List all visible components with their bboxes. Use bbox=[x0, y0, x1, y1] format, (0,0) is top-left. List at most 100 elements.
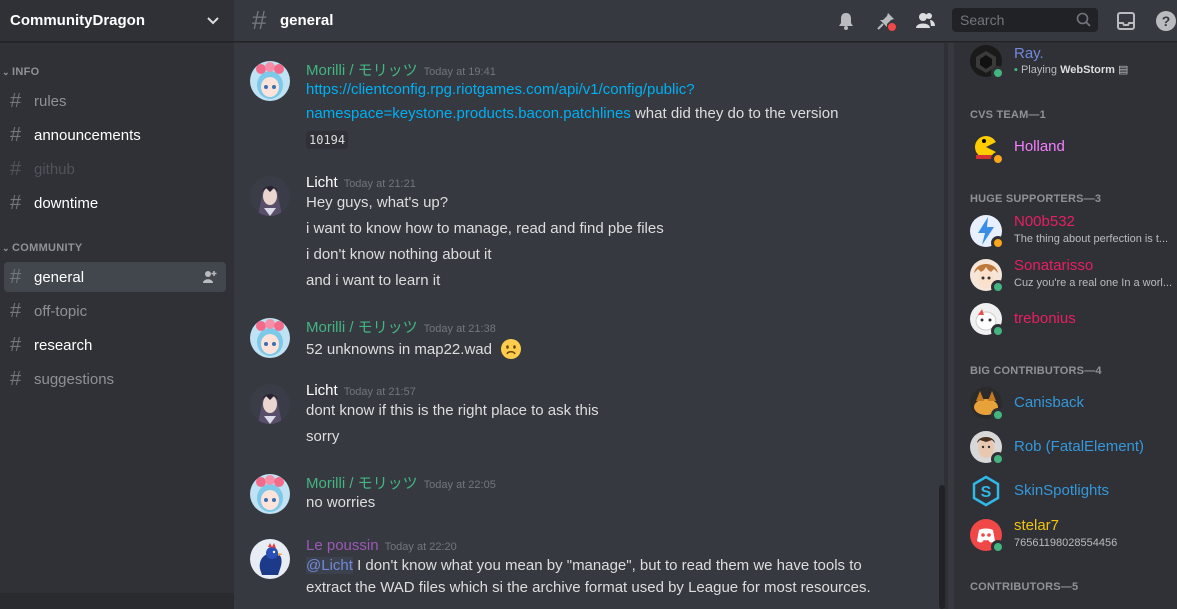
member-canisback[interactable]: Canisback bbox=[970, 383, 1177, 423]
inbox-icon[interactable] bbox=[1115, 10, 1137, 32]
channel-suggestions[interactable]: # suggestions bbox=[4, 364, 226, 394]
author-name: Le poussin bbox=[306, 537, 379, 554]
member-trebonius[interactable]: trebonius bbox=[970, 299, 1177, 339]
help-icon[interactable]: ? bbox=[1155, 10, 1177, 32]
hash-icon: # bbox=[252, 5, 267, 35]
channel-label: research bbox=[34, 336, 93, 354]
invite-member-icon[interactable] bbox=[202, 269, 218, 285]
message-author[interactable]: Licht Today at 21:57 bbox=[306, 382, 416, 399]
idle-status-icon bbox=[991, 152, 1005, 166]
member-group-header: HUGE SUPPORTERS—3 bbox=[970, 193, 1102, 205]
avatar[interactable] bbox=[250, 539, 290, 579]
pin-icon[interactable] bbox=[875, 10, 897, 32]
activity-name: WebStorm bbox=[1060, 64, 1115, 76]
member-rob-fatalelement[interactable]: Rob (FatalElement) bbox=[970, 427, 1177, 467]
worried-face-emoji-icon[interactable] bbox=[500, 338, 522, 360]
hash-icon: # bbox=[10, 265, 22, 288]
message-content: Hey guys, what's up? bbox=[306, 194, 449, 211]
chevron-down-icon[interactable] bbox=[206, 14, 220, 28]
member-name: Rob (FatalElement) bbox=[1014, 438, 1145, 455]
channel-rules[interactable]: # rules bbox=[4, 86, 226, 116]
avatar bbox=[970, 259, 1005, 294]
channel-label: off-topic bbox=[34, 302, 88, 320]
message-content: extract the WAD files which si the archi… bbox=[306, 579, 871, 596]
member-group-header: CONTRIBUTORS—5 bbox=[970, 581, 1079, 593]
member-name: Holland bbox=[1014, 138, 1065, 155]
online-status-icon bbox=[991, 280, 1005, 294]
user-panel bbox=[0, 593, 234, 609]
author-name: Morilli / モリッツ bbox=[306, 475, 418, 492]
message-author[interactable]: Morilli / モリッツ Today at 19:41 bbox=[306, 59, 496, 80]
member-name: Sonatarisso bbox=[1014, 257, 1094, 274]
member-list[interactable]: Ray. ▪ Playing WebStorm ▤ CVS TEAM—1 Hol… bbox=[954, 43, 1177, 609]
svg-text:?: ? bbox=[1162, 13, 1171, 29]
avatar bbox=[970, 431, 1005, 466]
member-skinspotlights[interactable]: S SkinSpotlights bbox=[970, 471, 1177, 511]
channel-off-topic[interactable]: # off-topic bbox=[4, 296, 226, 326]
hash-icon: # bbox=[10, 191, 22, 214]
member-group-header: BIG CONTRIBUTORS—4 bbox=[970, 365, 1102, 377]
category-info[interactable]: ⌄ INFO bbox=[0, 64, 39, 80]
message-link[interactable]: https://clientconfig.rpg.riotgames.com/a… bbox=[306, 81, 695, 98]
channel-label: general bbox=[34, 268, 85, 286]
message-timestamp: Today at 22:05 bbox=[423, 479, 496, 491]
rich-presence-icon: ▤ bbox=[1117, 64, 1129, 76]
channel-downtime[interactable]: # downtime bbox=[4, 188, 226, 218]
message-content: @Licht I don't know what you mean by "ma… bbox=[306, 557, 862, 574]
member-ray[interactable]: Ray. ▪ Playing WebStorm ▤ bbox=[970, 43, 1177, 81]
search-input[interactable] bbox=[952, 8, 1072, 32]
gamepad-icon: ▪ bbox=[1014, 64, 1018, 76]
member-n00b532[interactable]: N00b532 The thing about perfection is t.… bbox=[970, 211, 1177, 251]
author-name: Licht bbox=[306, 174, 338, 191]
user-mention[interactable]: @Licht bbox=[306, 557, 353, 574]
channel-general[interactable]: # general bbox=[4, 262, 226, 292]
avatar[interactable] bbox=[250, 318, 290, 358]
inline-code: 10194 bbox=[306, 131, 349, 149]
member-holland[interactable]: Holland bbox=[970, 127, 1177, 167]
category-label: INFO bbox=[12, 66, 40, 78]
member-custom-status: 76561198028554456 bbox=[1014, 537, 1118, 549]
search-box[interactable] bbox=[952, 8, 1098, 32]
avatar[interactable] bbox=[250, 176, 290, 216]
channel-label: suggestions bbox=[34, 370, 115, 388]
member-stelar7[interactable]: stelar7 76561198028554456 bbox=[970, 515, 1177, 555]
avatar[interactable] bbox=[250, 384, 290, 424]
channel-label: downtime bbox=[34, 194, 99, 212]
message-author[interactable]: Morilli / モリッツ Today at 22:05 bbox=[306, 472, 496, 493]
author-name: Morilli / モリッツ bbox=[306, 319, 418, 336]
message-text: 52 unknowns in map22.wad bbox=[306, 341, 492, 358]
message-author[interactable]: Licht Today at 21:21 bbox=[306, 174, 416, 191]
message-content: namespace=keystone.products.bacon.patchl… bbox=[306, 105, 838, 122]
message-link[interactable]: namespace=keystone.products.bacon.patchl… bbox=[306, 105, 631, 122]
bell-icon[interactable] bbox=[835, 10, 857, 32]
category-community[interactable]: ⌄ COMMUNITY bbox=[0, 240, 83, 256]
avatar[interactable] bbox=[250, 474, 290, 514]
member-name: N00b532 bbox=[1014, 213, 1075, 230]
hash-icon: # bbox=[10, 89, 22, 112]
avatar bbox=[970, 303, 1005, 338]
guild-header[interactable]: CommunityDragon bbox=[0, 0, 234, 42]
scrollbar-thumb[interactable] bbox=[939, 485, 945, 609]
search-icon bbox=[1076, 12, 1091, 27]
channel-label: rules bbox=[34, 92, 67, 110]
channel-title: general bbox=[280, 12, 334, 29]
hash-icon: # bbox=[10, 123, 22, 146]
channel-research[interactable]: # research bbox=[4, 330, 226, 360]
message-author[interactable]: Le poussin Today at 22:20 bbox=[306, 537, 457, 554]
channel-github[interactable]: # github bbox=[4, 154, 226, 184]
activity-prefix: Playing bbox=[1020, 64, 1058, 76]
members-icon[interactable] bbox=[914, 10, 936, 32]
avatar[interactable] bbox=[250, 61, 290, 101]
message-content: https://clientconfig.rpg.riotgames.com/a… bbox=[306, 81, 695, 98]
avatar bbox=[970, 131, 1005, 166]
message-author[interactable]: Morilli / モリッツ Today at 21:38 bbox=[306, 316, 496, 337]
channel-announcements[interactable]: # announcements bbox=[4, 120, 226, 150]
message-content: and i want to learn it bbox=[306, 272, 441, 289]
message-content: no worries bbox=[306, 494, 376, 511]
channel-label: announcements bbox=[34, 126, 141, 144]
chevron-down-icon: ⌄ bbox=[2, 242, 10, 253]
member-sonatarisso[interactable]: Sonatarisso Cuz you're a real one In a w… bbox=[970, 255, 1177, 295]
avatar bbox=[970, 519, 1005, 554]
message-list[interactable]: Morilli / モリッツ Today at 19:41 https://cli… bbox=[234, 43, 944, 609]
member-name: SkinSpotlights bbox=[1014, 482, 1110, 499]
